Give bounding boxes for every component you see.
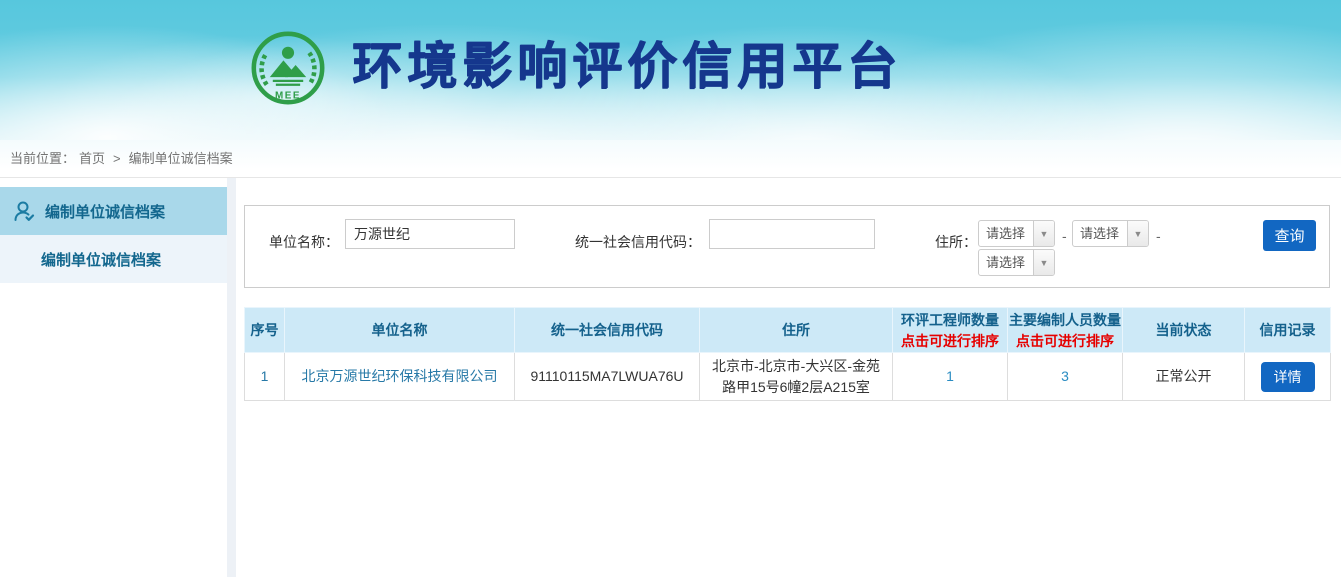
- address-label: 住所：: [935, 232, 977, 252]
- chevron-down-icon[interactable]: ▼: [1033, 250, 1054, 275]
- cell-seq: 1: [245, 353, 285, 401]
- sidebar: 编制单位诚信档案 编制单位诚信档案: [0, 178, 227, 577]
- site-title: 环境影响评价信用平台: [352, 36, 902, 96]
- address-district-select[interactable]: 请选择 ▼: [978, 249, 1055, 276]
- breadcrumb-separator: >: [113, 151, 121, 166]
- breadcrumb-prefix: 当前位置：: [10, 151, 75, 166]
- query-button[interactable]: 查询: [1263, 220, 1316, 251]
- table-header-row: 序号 单位名称 统一社会信用代码 住所 环评工程师数量 点击可进行排序 主要编制…: [245, 308, 1331, 353]
- address-city-select[interactable]: 请选择 ▼: [1072, 220, 1149, 247]
- table-row: 1 北京万源世纪环保科技有限公司 91110115MA7LWUA76U 北京市-…: [245, 353, 1331, 401]
- sidebar-item-label: 编制单位诚信档案: [41, 249, 161, 270]
- select-value: 请选择: [1073, 221, 1127, 246]
- cell-status: 正常公开: [1123, 353, 1245, 401]
- header-staff-count-label: 主要编制人员数量: [1009, 312, 1121, 328]
- site-header: MEE 环境影响评价信用平台: [0, 0, 1341, 140]
- breadcrumb: 当前位置： 首页 > 编制单位诚信档案: [0, 140, 1341, 178]
- cell-staff-count: 3: [1008, 353, 1123, 401]
- detail-button[interactable]: 详情: [1261, 362, 1315, 392]
- header-staff-count-sort[interactable]: 主要编制人员数量 点击可进行排序: [1008, 308, 1123, 353]
- header-seq: 序号: [245, 308, 285, 353]
- address-province-select[interactable]: 请选择 ▼: [978, 220, 1055, 247]
- results-table: 序号 单位名称 统一社会信用代码 住所 环评工程师数量 点击可进行排序 主要编制…: [244, 307, 1331, 401]
- unit-name-label: 单位名称：: [269, 232, 339, 252]
- sidebar-item-archive-parent[interactable]: 编制单位诚信档案: [0, 187, 227, 235]
- mee-logo-icon: MEE: [250, 30, 326, 106]
- header-engineer-count-label: 环评工程师数量: [901, 312, 999, 328]
- chevron-down-icon[interactable]: ▼: [1127, 221, 1148, 246]
- unit-name-input[interactable]: [345, 219, 515, 249]
- staff-count-link[interactable]: 3: [1061, 368, 1069, 384]
- breadcrumb-current: 编制单位诚信档案: [129, 151, 233, 166]
- company-link[interactable]: 北京万源世纪环保科技有限公司: [302, 368, 498, 384]
- header-address: 住所: [700, 308, 893, 353]
- header-credit-code: 统一社会信用代码: [515, 308, 700, 353]
- cell-address: 北京市-北京市-大兴区-金苑路甲15号6幢2层A215室: [700, 353, 893, 401]
- select-value: 请选择: [979, 221, 1033, 246]
- search-filter-panel: 单位名称： 统一社会信用代码： 住所： 请选择 ▼ - 请选择 ▼ - 请选择 …: [244, 205, 1330, 288]
- dash-separator: -: [1156, 228, 1161, 244]
- cell-credit-record: 详情: [1245, 353, 1331, 401]
- vertical-divider: [227, 178, 236, 577]
- dash-separator: -: [1062, 228, 1067, 244]
- header-credit-record: 信用记录: [1245, 308, 1331, 353]
- person-check-icon: [12, 199, 36, 223]
- row-seq: 1: [261, 368, 269, 384]
- svg-text:MEE: MEE: [275, 90, 301, 101]
- sidebar-item-archive-sub[interactable]: 编制单位诚信档案: [0, 235, 227, 283]
- header-company: 单位名称: [285, 308, 515, 353]
- engineer-count-link[interactable]: 1: [946, 368, 954, 384]
- breadcrumb-home-link[interactable]: 首页: [79, 151, 105, 166]
- select-value: 请选择: [979, 250, 1033, 275]
- cell-credit-code: 91110115MA7LWUA76U: [515, 353, 700, 401]
- cell-engineer-count: 1: [893, 353, 1008, 401]
- credit-code-label: 统一社会信用代码：: [575, 232, 701, 252]
- sidebar-item-label: 编制单位诚信档案: [45, 201, 165, 222]
- sort-hint: 点击可进行排序: [893, 331, 1007, 351]
- chevron-down-icon[interactable]: ▼: [1033, 221, 1054, 246]
- header-status: 当前状态: [1123, 308, 1245, 353]
- cell-company: 北京万源世纪环保科技有限公司: [285, 353, 515, 401]
- header-engineer-count-sort[interactable]: 环评工程师数量 点击可进行排序: [893, 308, 1008, 353]
- credit-code-input[interactable]: [709, 219, 875, 249]
- sort-hint: 点击可进行排序: [1008, 331, 1122, 351]
- main-content: 单位名称： 统一社会信用代码： 住所： 请选择 ▼ - 请选择 ▼ - 请选择 …: [236, 178, 1341, 577]
